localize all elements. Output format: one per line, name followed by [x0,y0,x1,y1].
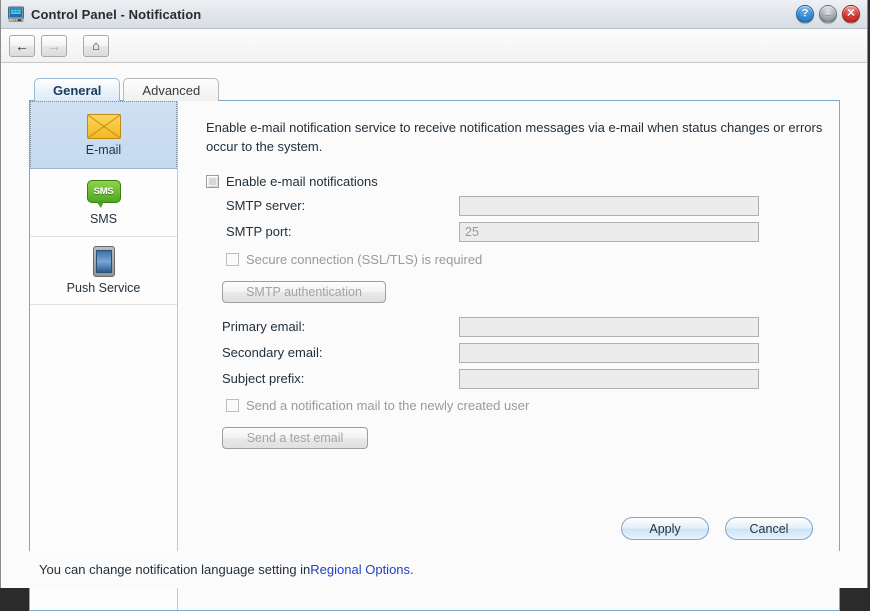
footer-text-before: You can change notification language set… [39,562,311,577]
notify-new-user-row[interactable]: Send a notification mail to the newly cr… [226,398,529,413]
regional-options-link[interactable]: Regional Options [310,562,410,577]
footer-hint: You can change notification language set… [1,551,867,588]
sidebar-item-sms[interactable]: SMS SMS [30,169,177,237]
enable-email-notifications-row[interactable]: Enable e-mail notifications [206,174,378,189]
primary-email-label-row: Primary email: [222,319,305,334]
help-icon: ? [801,7,809,20]
enable-email-notifications-label: Enable e-mail notifications [226,174,378,189]
minimize-icon: – [825,8,831,19]
arrow-left-icon: ← [15,37,29,54]
title-bar: Control Panel - Notification ? – ✕ [1,0,867,29]
apply-button[interactable]: Apply [621,517,709,540]
sidebar-item-email[interactable]: E-mail [30,101,177,169]
cancel-button[interactable]: Cancel [725,517,813,540]
tab-bar: General Advanced [34,78,220,101]
control-panel-icon [7,5,25,23]
smtp-server-input[interactable] [459,196,759,216]
arrow-right-icon: → [47,37,61,54]
home-icon: ⌂ [92,38,100,53]
settings-panel: E-mail SMS SMS Push Service Enable e-mai… [29,100,840,611]
close-button[interactable]: ✕ [842,5,860,23]
window-body: General Advanced E-mail SMS SMS Push Ser… [1,63,867,611]
secondary-email-label: Secondary email: [222,345,323,360]
category-sidebar: E-mail SMS SMS Push Service [30,101,178,610]
smtp-server-label: SMTP server: [226,198,306,213]
send-test-email-button[interactable]: Send a test email [222,427,368,449]
secondary-email-input[interactable] [459,343,759,363]
email-settings-form: Enable e-mail notification service to re… [178,101,839,610]
tab-general[interactable]: General [34,78,121,101]
primary-email-input[interactable] [459,317,759,337]
smtp-server-label-row: SMTP server: [226,198,305,213]
help-button[interactable]: ? [796,5,814,23]
secure-connection-checkbox[interactable] [226,253,239,266]
secure-connection-row[interactable]: Secure connection (SSL/TLS) is required [226,252,482,267]
forward-button[interactable]: → [41,34,67,57]
subject-prefix-input[interactable] [459,369,759,389]
intro-text: Enable e-mail notification service to re… [206,120,823,154]
tab-advanced-label: Advanced [142,82,201,98]
secure-connection-label: Secure connection (SSL/TLS) is required [246,252,483,267]
sidebar-item-email-label: E-mail [85,142,122,157]
smtp-port-label: SMTP port: [226,224,292,239]
secondary-email-label-row: Secondary email: [222,345,322,360]
back-button[interactable]: ← [9,34,35,57]
subject-prefix-label: Subject prefix: [222,371,305,386]
smtp-authentication-button[interactable]: SMTP authentication [222,281,386,303]
tab-general-label: General [53,82,102,98]
sms-bubble-icon: SMS [86,179,121,208]
notify-new-user-checkbox[interactable] [226,399,239,412]
navigation-toolbar: ← → ⌂ [1,29,867,63]
sidebar-item-sms-label: SMS [89,211,118,226]
subject-prefix-label-row: Subject prefix: [222,371,304,386]
smtp-port-label-row: SMTP port: [226,224,292,239]
primary-email-label: Primary email: [222,319,306,334]
enable-email-notifications-checkbox[interactable] [206,175,219,188]
notify-new-user-label: Send a notification mail to the newly cr… [246,398,530,413]
sidebar-item-push-service[interactable]: Push Service [30,237,177,305]
home-button[interactable]: ⌂ [83,34,109,57]
envelope-icon [86,113,121,139]
window-title: Control Panel - Notification [31,6,202,22]
smtp-port-input[interactable]: 25 [459,222,759,242]
mobile-phone-icon [92,246,115,277]
control-panel-window: Control Panel - Notification ? – ✕ ← → ⌂ [0,0,868,611]
window-controls: ? – ✕ [796,5,860,23]
sidebar-item-push-service-label: Push Service [66,281,141,295]
minimize-button[interactable]: – [819,5,837,23]
tab-advanced[interactable]: Advanced [123,78,220,101]
footer-text-after: . [410,562,414,577]
close-icon: ✕ [846,7,856,20]
